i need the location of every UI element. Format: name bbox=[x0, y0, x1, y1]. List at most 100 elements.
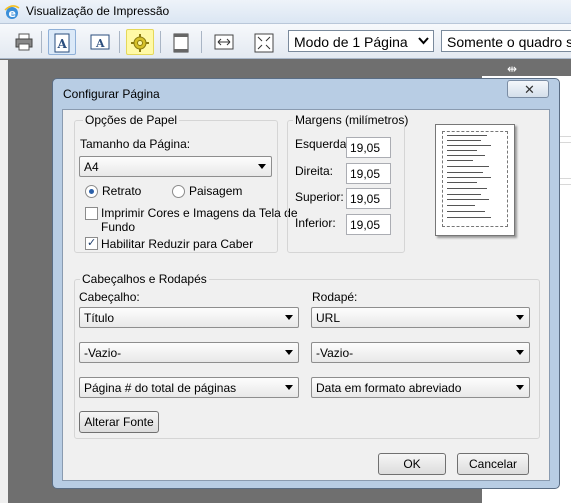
full-page-button[interactable] bbox=[250, 29, 278, 55]
shrink-to-fit-label: Habilitar Reduzir para Caber bbox=[101, 237, 254, 251]
header-select-2-value: -Vazio- bbox=[84, 346, 122, 360]
footer-select-1-value: URL bbox=[316, 311, 341, 325]
cancel-button[interactable]: Cancelar bbox=[457, 453, 529, 475]
header-label: Cabeçalho: bbox=[79, 290, 140, 304]
paper-options-legend: Opções de Papel bbox=[83, 113, 180, 127]
margin-right-label: Direita: bbox=[295, 164, 334, 178]
margin-right-input[interactable]: 19,05 bbox=[346, 163, 391, 184]
footer-select-3[interactable]: Data em formato abreviado bbox=[311, 377, 530, 398]
thumbnail-text-line bbox=[447, 145, 491, 146]
dialog-close-button[interactable]: ✕ bbox=[507, 80, 549, 98]
frames-mode-value: Somente o quadro se bbox=[447, 34, 571, 50]
footer-select-3-value: Data em formato abreviado bbox=[316, 381, 462, 395]
thumbnail-text-line bbox=[447, 211, 485, 212]
margin-left-value: 19,05 bbox=[350, 141, 381, 155]
resize-arrows-icon[interactable]: ⇹ bbox=[507, 62, 517, 76]
margin-bottom-value: 19,05 bbox=[350, 218, 381, 232]
header-select-3-value: Página # do total de páginas bbox=[84, 381, 237, 395]
landscape-label: Paisagem bbox=[189, 184, 243, 198]
thumbnail-text-line bbox=[447, 177, 491, 178]
print-preview-toolbar: A A Modo de 1 Página Somente o quadro se bbox=[0, 24, 571, 59]
thumbnail-margin-outline bbox=[442, 131, 508, 227]
thumbnail-text-line bbox=[447, 166, 489, 167]
margins-legend: Margens (milímetros) bbox=[293, 113, 411, 127]
thumbnail-text-line bbox=[447, 199, 489, 200]
headers-footers-button[interactable] bbox=[167, 29, 195, 55]
footer-label: Rodapé: bbox=[312, 290, 358, 304]
portrait-radio[interactable] bbox=[85, 185, 98, 198]
margin-left-label: Esquerda: bbox=[295, 137, 350, 151]
header-select-2[interactable]: -Vazio- bbox=[79, 342, 299, 363]
window-title: Visualização de Impressão bbox=[26, 4, 170, 18]
portrait-label: Retrato bbox=[102, 184, 142, 198]
fit-page-icon bbox=[254, 33, 274, 53]
page-setup-dialog: Configurar Página ✕ Opções de Papel Tama… bbox=[52, 78, 560, 489]
close-icon: ✕ bbox=[524, 82, 535, 97]
print-background-label-line2: Fundo bbox=[101, 220, 136, 234]
chevron-down-icon bbox=[516, 385, 524, 390]
print-background-checkbox[interactable] bbox=[85, 207, 98, 220]
page-view-mode-value: Modo de 1 Página bbox=[294, 34, 408, 50]
header-select-1-value: Título bbox=[84, 311, 115, 325]
svg-text:A: A bbox=[95, 37, 105, 50]
thumbnail-text-line bbox=[447, 135, 487, 136]
page-setup-button[interactable] bbox=[126, 29, 154, 55]
thumbnail-text-line bbox=[447, 194, 481, 195]
toolbar-separator bbox=[41, 31, 42, 53]
toolbar-separator bbox=[201, 31, 202, 53]
chevron-down-icon bbox=[258, 164, 266, 169]
shrink-to-fit-checkbox[interactable] bbox=[85, 236, 98, 250]
printer-icon bbox=[15, 33, 33, 51]
page-size-label: Tamanho da Página: bbox=[80, 137, 191, 151]
toolbar-separator bbox=[119, 31, 120, 53]
chevron-down-icon bbox=[516, 350, 524, 355]
footer-select-1[interactable]: URL bbox=[311, 307, 530, 328]
portrait-page-icon: A bbox=[54, 33, 70, 53]
gear-icon bbox=[131, 34, 149, 52]
preview-left-edge bbox=[0, 60, 8, 503]
print-background-label: Imprimir Cores e Imagens da Tela de bbox=[101, 206, 298, 220]
chevron-down-icon bbox=[516, 315, 524, 320]
ok-button[interactable]: OK bbox=[378, 453, 446, 475]
header-select-1[interactable]: Título bbox=[79, 307, 299, 328]
headers-footers-legend: Cabeçalhos e Rodapés bbox=[80, 272, 209, 286]
margin-bottom-label: Inferior: bbox=[295, 216, 336, 230]
footer-select-2[interactable]: -Vazio- bbox=[311, 342, 530, 363]
landscape-button[interactable]: A bbox=[86, 29, 114, 55]
margin-top-input[interactable]: 19,05 bbox=[346, 188, 391, 209]
chevron-down-icon bbox=[418, 37, 429, 45]
thumbnail-text-line bbox=[447, 182, 477, 183]
margin-left-input[interactable]: 19,05 bbox=[346, 137, 391, 158]
chevron-down-icon bbox=[285, 315, 293, 320]
dialog-title: Configurar Página bbox=[63, 87, 160, 101]
toolbar-separator bbox=[160, 31, 161, 53]
margin-bottom-input[interactable]: 19,05 bbox=[346, 214, 391, 235]
thumbnail-text-line bbox=[447, 140, 481, 141]
thumbnail-text-line bbox=[447, 160, 473, 161]
header-select-3[interactable]: Página # do total de páginas bbox=[79, 377, 299, 398]
margin-top-label: Superior: bbox=[295, 190, 344, 204]
portrait-button[interactable]: A bbox=[48, 29, 76, 55]
page-view-mode-dropdown[interactable]: Modo de 1 Página bbox=[288, 30, 434, 52]
thumbnail-text-line bbox=[447, 217, 491, 218]
thumbnail-text-line bbox=[447, 188, 487, 189]
thumbnail-text-line bbox=[447, 150, 477, 151]
svg-text:e: e bbox=[9, 7, 16, 20]
margin-top-value: 19,05 bbox=[350, 192, 381, 206]
footer-select-2-value: -Vazio- bbox=[316, 346, 354, 360]
landscape-radio[interactable] bbox=[172, 185, 185, 198]
header-footer-icon bbox=[173, 33, 189, 53]
frames-mode-dropdown[interactable]: Somente o quadro se bbox=[441, 30, 571, 52]
chevron-down-icon bbox=[285, 385, 293, 390]
thumbnail-text-line bbox=[447, 155, 485, 156]
margin-right-value: 19,05 bbox=[350, 167, 381, 181]
internet-explorer-icon: e bbox=[4, 5, 20, 20]
page-size-select[interactable]: A4 bbox=[79, 156, 272, 177]
fit-width-icon bbox=[214, 34, 234, 50]
thumbnail-text-line bbox=[447, 205, 475, 206]
full-width-button[interactable] bbox=[210, 29, 238, 55]
change-font-button[interactable]: Alterar Fonte bbox=[79, 411, 159, 433]
thumbnail-text-line bbox=[447, 172, 483, 173]
chevron-down-icon bbox=[285, 350, 293, 355]
print-button[interactable] bbox=[10, 29, 38, 55]
